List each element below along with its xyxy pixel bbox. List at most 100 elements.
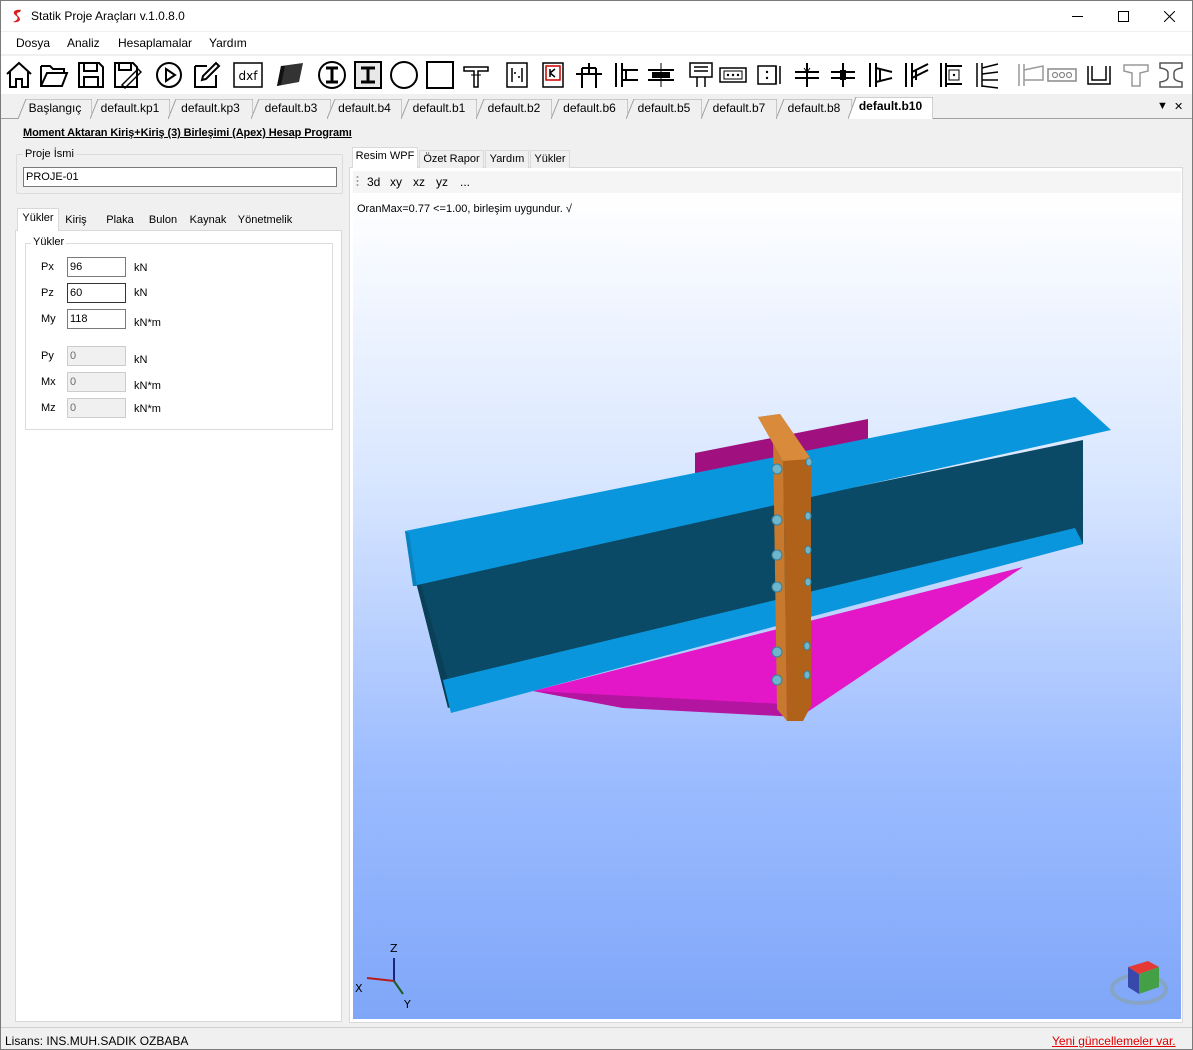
tab-yonetmelik[interactable]: Yönetmelik	[233, 210, 297, 230]
box-section-button[interactable]	[424, 59, 456, 91]
doc-tab-b8[interactable]: default.b8	[776, 99, 852, 119]
bolt-plate-button[interactable]	[717, 59, 749, 91]
circle-section-icon	[390, 61, 418, 89]
menu-hesaplamalar[interactable]: Hesaplamalar	[118, 36, 192, 50]
save-button[interactable]	[75, 59, 107, 91]
column-plate-2-button[interactable]	[971, 59, 1003, 91]
close-button[interactable]	[1146, 1, 1192, 31]
px-input[interactable]: 96	[67, 257, 126, 277]
knee-plate-icon	[542, 62, 564, 88]
beam-column-button[interactable]	[827, 59, 859, 91]
beam-column-2-button[interactable]	[863, 59, 895, 91]
doc-tab-kp1[interactable]: default.kp1	[90, 99, 170, 119]
title-bar: Statik Proje Araçları v.1.0.8.0	[1, 1, 1192, 31]
menu-bar: Dosya Analiz Hesaplamalar Yardım	[1, 32, 1192, 54]
view-xz-button[interactable]: xz	[413, 175, 425, 189]
run-button[interactable]	[153, 59, 185, 91]
base-plate-button[interactable]	[501, 59, 533, 91]
mz-input: 0	[67, 398, 126, 418]
dxf-button[interactable]: dxf	[232, 59, 264, 91]
beam-splice-button[interactable]	[645, 59, 677, 91]
home-button[interactable]	[3, 59, 35, 91]
view-xy-button[interactable]: xy	[390, 175, 402, 189]
doc-tab-b1[interactable]: default.b1	[401, 99, 477, 119]
view-cube[interactable]	[1110, 961, 1168, 1005]
tee-button[interactable]	[1120, 59, 1152, 91]
loads-group-label: Yükler	[31, 236, 67, 248]
py-unit: kN	[134, 354, 148, 366]
x-axis-label: X	[355, 982, 363, 995]
save-as-icon	[114, 62, 142, 90]
tab-yardim[interactable]: Yardım	[485, 150, 529, 168]
channel-button[interactable]	[1083, 59, 1115, 91]
open-button[interactable]	[38, 59, 70, 91]
bolt	[771, 463, 783, 475]
project-name-input[interactable]: PROJE-01	[23, 167, 337, 187]
bolt-pattern-button[interactable]	[753, 59, 785, 91]
mz-label: Mz	[41, 402, 56, 414]
doc-tab-b7[interactable]: default.b7	[701, 99, 777, 119]
column-splice-button[interactable]	[791, 59, 823, 91]
edit-button[interactable]	[190, 59, 222, 91]
view-yz-button[interactable]: yz	[436, 175, 448, 189]
i-section-button[interactable]	[352, 59, 384, 91]
tee-section-button[interactable]	[460, 59, 492, 91]
doc-tab-baslangic[interactable]: Başlangıç	[18, 99, 92, 119]
py-input: 0	[67, 346, 126, 366]
tab-kiris[interactable]: Kiriş	[59, 210, 93, 230]
pz-input[interactable]: 60	[67, 283, 126, 303]
plate-grid-icon	[689, 62, 713, 87]
bolt-row-button[interactable]	[1046, 59, 1078, 91]
minimize-icon	[1071, 15, 1083, 17]
home-icon	[6, 61, 32, 88]
tab-ozet-rapor[interactable]: Özet Rapor	[419, 150, 484, 168]
doc-tab-b6[interactable]: default.b6	[551, 99, 628, 119]
3d-view-button[interactable]	[274, 59, 306, 91]
column-cap-button[interactable]	[573, 59, 605, 91]
tab-list-dropdown[interactable]: ▼	[1157, 100, 1168, 112]
tab-plaka[interactable]: Plaka	[99, 210, 141, 230]
circle-section-button[interactable]	[388, 59, 420, 91]
column-plate-2-icon	[976, 63, 999, 89]
program-title: Moment Aktaran Kiriş+Kiriş (3) Birleşimi…	[23, 127, 352, 139]
px-unit: kN	[134, 262, 148, 274]
tab-close-button[interactable]: ✕	[1174, 100, 1183, 113]
view-more-button[interactable]: ...	[460, 175, 470, 189]
tab-resim-wpf[interactable]: Resim WPF	[352, 147, 418, 168]
doc-tab-b4[interactable]: default.b4	[327, 99, 402, 119]
minimize-button[interactable]	[1054, 1, 1100, 31]
tab-bulon[interactable]: Bulon	[143, 210, 183, 230]
app-window: Statik Proje Araçları v.1.0.8.0 Dosya An…	[0, 0, 1193, 1050]
3d-viewport[interactable]: OranMax=0.77 <=1.00, birleşim uygundur. …	[353, 194, 1181, 1019]
doc-tab-kp3[interactable]: default.kp3	[168, 99, 253, 119]
menu-dosya[interactable]: Dosya	[16, 36, 50, 50]
connection-3d-model: Z X Y	[355, 397, 1168, 1011]
bolt	[771, 514, 783, 526]
doc-tab-b10[interactable]: default.b10	[848, 97, 933, 119]
my-input[interactable]: 118	[67, 309, 126, 329]
doc-tab-b5[interactable]: default.b5	[626, 99, 702, 119]
plate-grid-button[interactable]	[685, 59, 717, 91]
tab-yukler-right[interactable]: Yükler	[530, 150, 570, 168]
stiffener-button[interactable]	[899, 59, 931, 91]
update-link[interactable]: Yeni güncellemeler var.	[1052, 1034, 1176, 1048]
menu-yardim[interactable]: Yardım	[209, 36, 247, 50]
maximize-button[interactable]	[1100, 1, 1146, 31]
save-as-button[interactable]	[111, 59, 143, 91]
end-plate-icon	[615, 63, 638, 87]
tab-kaynak[interactable]: Kaynak	[185, 210, 231, 230]
tab-yukler[interactable]: Yükler	[17, 208, 59, 231]
doc-tab-b2[interactable]: default.b2	[476, 99, 552, 119]
bolt	[805, 457, 813, 467]
knee-plate-button[interactable]	[537, 59, 569, 91]
i-beam-button[interactable]	[1155, 59, 1187, 91]
column-plate-button[interactable]	[935, 59, 967, 91]
end-plate-button[interactable]	[609, 59, 641, 91]
i-section-round-button[interactable]	[316, 59, 348, 91]
doc-tab-b3[interactable]: default.b3	[251, 99, 331, 119]
column-splice-icon	[795, 63, 819, 87]
gusset-button[interactable]	[1014, 59, 1046, 91]
menu-analiz[interactable]: Analiz	[67, 36, 100, 50]
view-3d-button[interactable]: 3d	[367, 175, 380, 189]
y-axis-label: Y	[403, 998, 411, 1011]
